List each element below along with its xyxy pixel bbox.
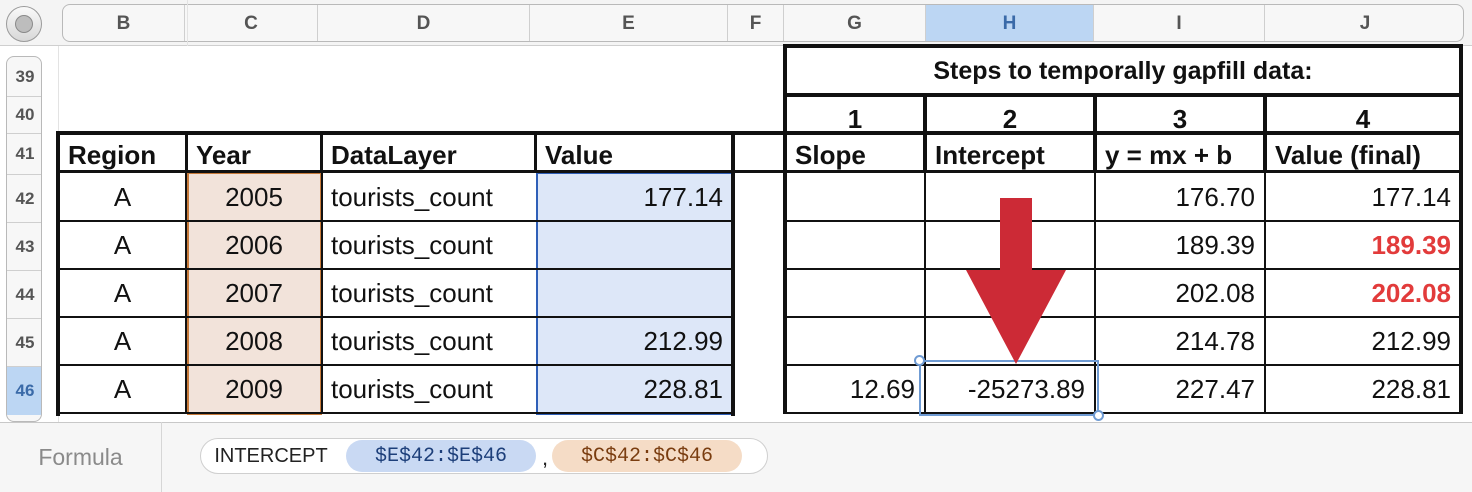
- column-header-f[interactable]: F: [728, 5, 784, 41]
- cell-fit[interactable]: 189.39: [1097, 222, 1263, 268]
- cell-region[interactable]: A: [60, 270, 185, 316]
- row-header-43[interactable]: 43: [7, 223, 41, 271]
- cell-year[interactable]: 2007: [188, 270, 320, 316]
- cell-datalayer[interactable]: tourists_count: [323, 270, 534, 316]
- cell-fit[interactable]: 202.08: [1097, 270, 1263, 316]
- cell-value[interactable]: [537, 270, 731, 316]
- cell-value[interactable]: 228.81: [537, 366, 731, 412]
- border-line: [1264, 171, 1266, 414]
- cell-year[interactable]: 2008: [188, 318, 320, 364]
- header-region: Region: [68, 140, 157, 170]
- border-line: [1459, 44, 1463, 414]
- cell-year[interactable]: 2006: [188, 222, 320, 268]
- header-datalayer: DataLayer: [331, 140, 457, 170]
- row-header-41[interactable]: 41: [7, 134, 41, 175]
- border-line: [731, 131, 735, 416]
- cell-slope[interactable]: [787, 174, 923, 220]
- header-value: Value: [545, 140, 613, 170]
- column-header-h[interactable]: H: [926, 5, 1094, 41]
- cell-slope[interactable]: [787, 222, 923, 268]
- column-header-j[interactable]: J: [1265, 5, 1463, 41]
- column-header-c[interactable]: C: [185, 5, 318, 41]
- cell-value[interactable]: 212.99: [537, 318, 731, 364]
- formula-label: Formula: [0, 422, 162, 492]
- cell-value-final[interactable]: 177.14: [1267, 174, 1459, 220]
- cell-datalayer[interactable]: tourists_count: [323, 318, 534, 364]
- cell-region[interactable]: A: [60, 318, 185, 364]
- cell-datalayer[interactable]: tourists_count: [323, 366, 534, 412]
- down-arrow-icon: [966, 198, 1066, 364]
- row-header-40[interactable]: 40: [7, 97, 41, 134]
- cell-value-final[interactable]: 228.81: [1267, 366, 1459, 412]
- step-number-2: 2: [1002, 104, 1018, 134]
- row-header-39[interactable]: 39: [7, 57, 41, 97]
- select-all-circle-icon[interactable]: [6, 6, 42, 42]
- cell-value-final[interactable]: 212.99: [1267, 318, 1459, 364]
- cell-region[interactable]: A: [60, 222, 185, 268]
- cell-value[interactable]: [537, 222, 731, 268]
- cell-fit[interactable]: 227.47: [1097, 366, 1263, 412]
- cell-fit[interactable]: 176.70: [1097, 174, 1263, 220]
- cell-year[interactable]: 2009: [188, 366, 320, 412]
- header-year: Year: [196, 140, 251, 170]
- header-slope: Slope: [795, 140, 866, 170]
- step-number-3: 3: [1172, 104, 1188, 134]
- selection-handle[interactable]: [1093, 410, 1104, 421]
- selected-cell-outline[interactable]: [919, 360, 1099, 416]
- formula-token-year-range[interactable]: $C$42:$C$46: [552, 440, 742, 472]
- cell-region[interactable]: A: [60, 174, 185, 220]
- row-header-45[interactable]: 45: [7, 319, 41, 367]
- cell-value[interactable]: 177.14: [537, 174, 731, 220]
- cell-slope[interactable]: 12.69: [787, 366, 923, 412]
- formula-separator: ,: [541, 445, 549, 470]
- row-header-42[interactable]: 42: [7, 175, 41, 223]
- formula-token-value-range[interactable]: $E$42:$E$46: [346, 440, 536, 472]
- cell-datalayer[interactable]: tourists_count: [323, 174, 534, 220]
- step-number-1: 1: [847, 104, 863, 134]
- column-header-g[interactable]: G: [784, 5, 926, 41]
- row-headers: 39 40 41 42 43 44 45 46: [6, 56, 42, 422]
- column-header-e[interactable]: E: [530, 5, 728, 41]
- cell-slope[interactable]: [787, 318, 923, 364]
- row-header-44[interactable]: 44: [7, 271, 41, 319]
- cell-year[interactable]: 2005: [188, 174, 320, 220]
- cell-value-final[interactable]: 202.08: [1267, 270, 1459, 316]
- border-line: [60, 412, 731, 414]
- border-line: [185, 171, 187, 414]
- header-intercept: Intercept: [935, 140, 1045, 170]
- header-value-final: Value (final): [1275, 140, 1421, 170]
- cell-slope[interactable]: [787, 270, 923, 316]
- column-header-i[interactable]: I: [1094, 5, 1265, 41]
- row-header-46[interactable]: 46: [7, 367, 41, 415]
- cell-value-final[interactable]: 189.39: [1267, 222, 1459, 268]
- formula-function[interactable]: INTERCEPT: [202, 440, 340, 472]
- grid-line: [187, 0, 188, 46]
- step-number-4: 4: [1355, 104, 1371, 134]
- column-header-b[interactable]: B: [63, 5, 185, 41]
- column-headers: B C D E F G H I J: [62, 4, 1464, 42]
- steps-title: Steps to temporally gapfill data:: [933, 56, 1313, 85]
- selection-handle[interactable]: [914, 355, 925, 366]
- border-line: [787, 412, 1459, 414]
- cell-fit[interactable]: 214.78: [1097, 318, 1263, 364]
- column-header-d[interactable]: D: [318, 5, 530, 41]
- cell-datalayer[interactable]: tourists_count: [323, 222, 534, 268]
- header-fit: y = mx + b: [1105, 140, 1233, 170]
- cell-region[interactable]: A: [60, 366, 185, 412]
